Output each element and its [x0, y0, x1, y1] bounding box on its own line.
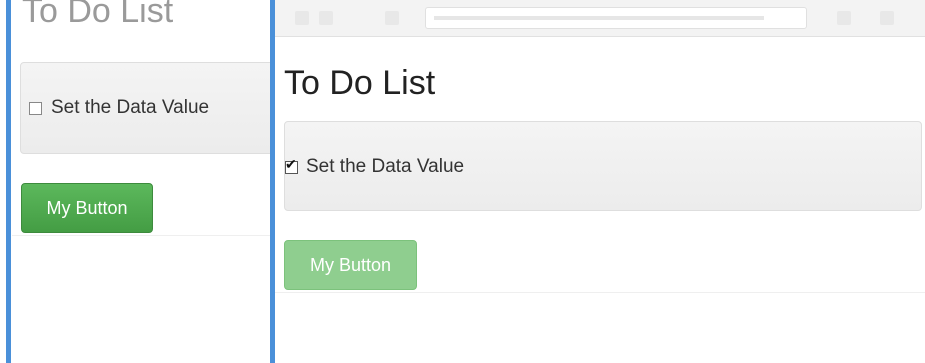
url-text: [434, 16, 764, 20]
window-edge-left: [6, 0, 11, 363]
search-icon[interactable]: [837, 11, 851, 25]
forward-icon[interactable]: [319, 11, 333, 25]
home-icon[interactable]: [385, 11, 399, 25]
page-title: To Do List: [22, 0, 174, 30]
back-icon[interactable]: [295, 11, 309, 25]
my-button[interactable]: My Button: [284, 240, 417, 290]
browser-toolbar: [275, 0, 925, 37]
todo-panel: ✔ Set the Data Value: [284, 121, 922, 211]
divider: [275, 292, 925, 293]
divider: [12, 235, 270, 236]
todo-checkbox[interactable]: [29, 101, 42, 115]
my-button[interactable]: My Button: [21, 183, 153, 233]
menu-icon[interactable]: [880, 11, 894, 25]
todo-panel: Set the Data Value: [20, 62, 270, 154]
right-app-view: To Do List ✔ Set the Data Value My Butto…: [275, 0, 925, 363]
todo-item[interactable]: Set the Data Value: [29, 97, 209, 119]
todo-item-label: Set the Data Value: [51, 97, 210, 118]
todo-checkbox[interactable]: ✔: [285, 157, 298, 174]
address-bar[interactable]: [425, 7, 807, 29]
checkmark-icon: ✔: [285, 155, 297, 172]
todo-item-label: Set the Data Value: [306, 156, 465, 177]
todo-item[interactable]: ✔ Set the Data Value: [285, 156, 464, 178]
left-app-view: To Do List Set the Data Value My Button: [12, 0, 270, 363]
page-title: To Do List: [284, 64, 436, 102]
